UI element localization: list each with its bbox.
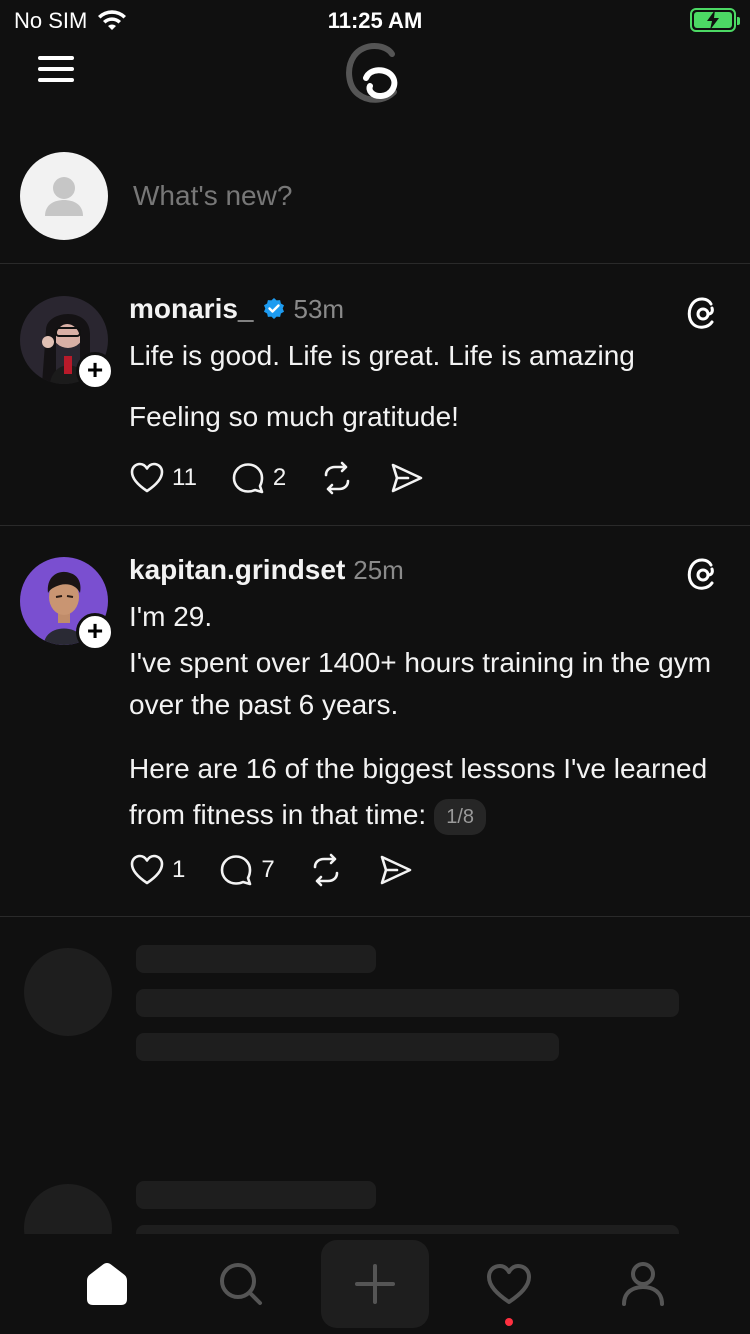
send-icon [391,463,423,493]
skeleton-line [136,945,376,973]
notification-dot [505,1318,513,1326]
post[interactable]: + kapitan.grindset 25m I'm 29. I've spen… [0,526,750,917]
comment-icon [221,855,252,886]
threads-icon[interactable] [686,295,718,329]
composer[interactable]: What's new? [0,150,750,264]
avatar-wrap[interactable]: + [20,296,114,390]
comment-icon [232,463,264,494]
top-nav [0,40,750,110]
like-button[interactable]: 1 [128,851,185,889]
reply-count: 2 [272,464,287,491]
loading-skeleton [0,1148,750,1234]
heart-icon [130,462,164,493]
repost-icon [313,853,339,887]
skeleton-line [136,989,679,1017]
verified-badge-icon [263,298,284,319]
post-actions: 11 2 [128,459,458,497]
post-paragraph: I've spent over 1400+ hours training in … [129,647,712,720]
home-icon [87,1263,127,1305]
threads-logo-icon[interactable] [340,40,410,106]
reply-button[interactable]: 7 [217,851,275,889]
loading-skeleton [0,918,750,1148]
skeleton-line [136,1033,559,1061]
tab-activity[interactable] [455,1240,563,1328]
heart-icon [130,854,164,885]
repost-button[interactable] [307,851,345,889]
skeleton-line [136,1181,376,1209]
post-paragraph: Feeling so much gratitude! [129,401,459,432]
post[interactable]: + monaris_ 53m Life is good. Life is gre… [0,265,750,526]
timestamp: 25m [353,554,404,585]
search-icon [220,1263,262,1305]
tab-profile[interactable] [589,1240,697,1328]
post-actions: 1 7 [128,851,447,889]
post-paragraph: I'm 29. [129,601,213,632]
repost-button[interactable] [318,459,356,497]
post-paragraph: Here are 16 of the biggest lessons I've … [129,753,708,830]
threads-icon[interactable] [686,556,718,590]
share-button[interactable] [388,459,426,497]
skeleton-avatar [24,948,112,1036]
status-bar: No SIM 11:25 AM [0,0,750,40]
share-button[interactable] [377,851,415,889]
like-count: 11 [172,464,197,491]
tab-search[interactable] [187,1240,295,1328]
activity-icon [487,1264,531,1304]
like-count: 1 [172,856,186,883]
post-paragraph: Life is good. Life is great. Life is ama… [129,340,635,371]
username[interactable]: kapitan.grindset [129,554,345,586]
profile-icon [622,1262,664,1306]
composer-placeholder[interactable]: What's new? [133,180,292,212]
send-icon [380,855,412,885]
like-button[interactable]: 11 [128,459,197,497]
charging-bolt-icon [707,10,719,30]
post-header: kapitan.grindset 25m [129,554,404,586]
follow-plus-button[interactable]: + [76,352,114,390]
post-paragraph-last: Here are 16 of the biggest lessons I've … [129,746,719,838]
menu-icon[interactable] [38,54,74,84]
repost-icon [324,461,350,495]
skeleton-line [136,1225,679,1234]
follow-plus-button[interactable]: + [76,613,114,651]
default-avatar-icon [45,177,83,216]
tab-home[interactable] [53,1240,161,1328]
status-time: 11:25 AM [327,8,423,33]
reply-count: 7 [261,856,275,883]
tab-create[interactable] [321,1240,429,1328]
create-icon [355,1264,395,1304]
skeleton-avatar [24,1184,112,1234]
timestamp: 53m [293,293,345,324]
username[interactable]: monaris_ [129,293,254,325]
page-indicator-badge: 1/8 [434,798,487,835]
reply-button[interactable]: 2 [229,459,286,497]
tab-bar [0,1234,750,1334]
avatar[interactable] [20,152,108,240]
avatar-wrap[interactable]: + [20,557,114,651]
post-header: monaris_ 53m [129,293,344,325]
battery-icon [690,8,740,32]
